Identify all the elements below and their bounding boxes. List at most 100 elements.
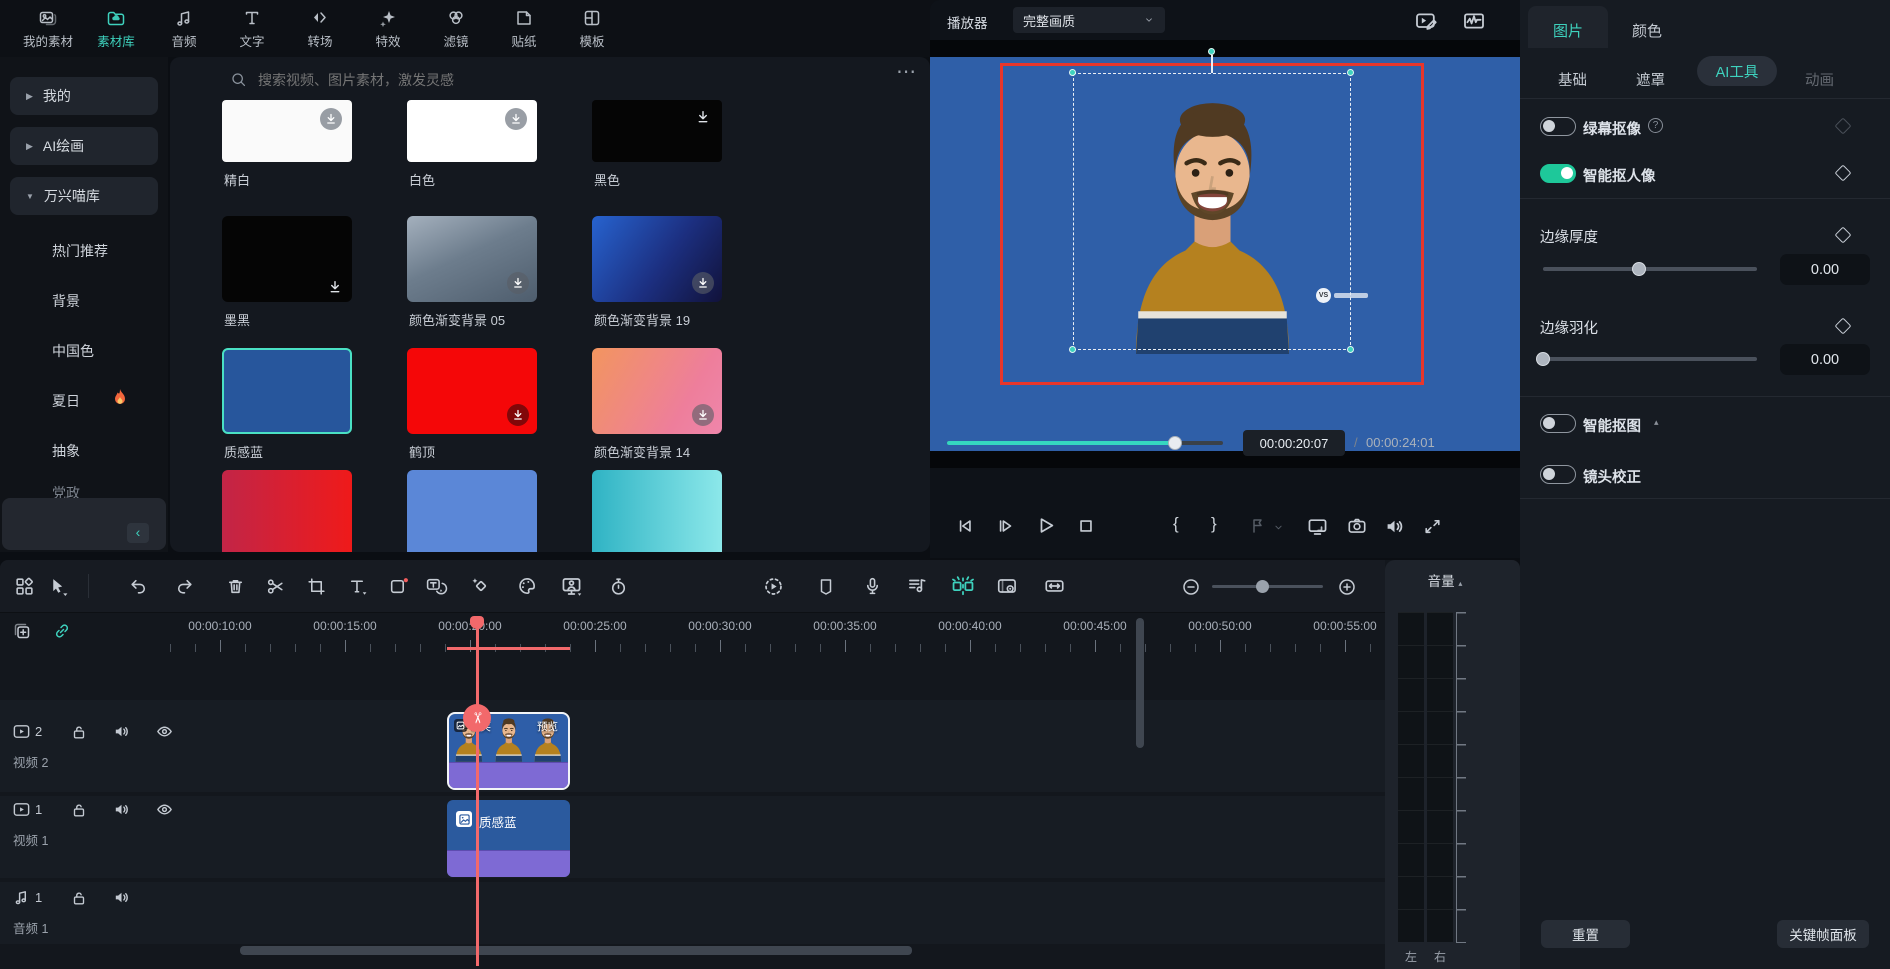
mute-speaker-icon[interactable] (112, 888, 131, 907)
seek-handle[interactable] (1168, 436, 1182, 450)
track-lane-video2[interactable] (0, 700, 1385, 792)
zoom-in-icon[interactable] (1337, 577, 1357, 597)
render-preview-icon[interactable] (762, 575, 785, 598)
marker-shield-icon[interactable] (816, 576, 836, 597)
smart-portrait-toggle[interactable] (1540, 164, 1576, 183)
color-palette-icon[interactable] (516, 575, 538, 597)
edge-feather-value[interactable]: 0.00 (1780, 344, 1870, 375)
timeline-zoom-slider[interactable] (1212, 585, 1323, 588)
zoom-slider-handle[interactable] (1256, 580, 1269, 593)
tab-filters[interactable]: 滤镜 (422, 3, 490, 55)
timeline-clip-background[interactable]: 质感蓝 (447, 800, 570, 877)
green-screen-toggle[interactable] (1540, 117, 1576, 136)
mask-tool-icon[interactable] (388, 576, 409, 597)
selection-bounding-box[interactable] (1073, 73, 1351, 350)
subtab-ai-tools[interactable]: AI工具 (1697, 56, 1777, 86)
search-input[interactable] (256, 65, 680, 95)
eye-visibility-icon[interactable] (155, 800, 174, 819)
sidebar-item-abstract[interactable]: 抽象 (52, 441, 80, 461)
download-icon[interactable] (320, 108, 342, 130)
tile[interactable] (222, 100, 352, 162)
tile-partial[interactable] (407, 470, 537, 552)
crop-icon[interactable] (306, 576, 327, 597)
stop-button[interactable] (1075, 515, 1097, 537)
lens-correction-toggle[interactable] (1540, 465, 1576, 484)
tile[interactable] (592, 348, 722, 434)
mark-in-button[interactable]: { (1173, 514, 1179, 534)
play-button[interactable] (1034, 514, 1057, 537)
download-icon[interactable] (507, 404, 529, 426)
scissors-icon[interactable] (265, 576, 286, 597)
portrait-screen-icon[interactable] (560, 575, 583, 598)
sidebar-group-mine[interactable]: ▶ 我的 (10, 77, 158, 115)
tile[interactable] (407, 216, 537, 302)
tab-templates[interactable]: 模板 (558, 3, 626, 55)
tile[interactable] (407, 348, 537, 434)
speaker-button[interactable] (1383, 515, 1406, 538)
sidebar-item-hot[interactable]: 热门推荐 (52, 241, 108, 261)
keyframe-diamond-icon[interactable] (1835, 165, 1852, 182)
tile[interactable] (592, 216, 722, 302)
lock-icon[interactable] (70, 723, 88, 741)
timeline-vertical-scrollbar[interactable] (1136, 618, 1144, 748)
sidebar-item-china-colors[interactable]: 中国色 (52, 341, 94, 361)
reset-button[interactable]: 重置 (1541, 920, 1630, 948)
eye-visibility-icon[interactable] (155, 722, 174, 741)
scope-waveform-icon[interactable] (1461, 9, 1487, 33)
help-icon[interactable]: ? (1648, 118, 1663, 133)
download-icon[interactable] (507, 272, 529, 294)
tile-partial[interactable] (222, 470, 352, 552)
marker-chevron-icon[interactable] (1272, 521, 1285, 534)
tab-color[interactable]: 颜色 (1632, 20, 1662, 41)
tab-text[interactable]: 文字 (218, 3, 286, 55)
mute-speaker-icon[interactable] (112, 800, 131, 819)
volume-panel-header[interactable]: 音量 ▴ (1385, 570, 1505, 590)
sidebar-item-background[interactable]: 背景 (52, 291, 80, 311)
selection-corner-handle[interactable] (1347, 69, 1354, 76)
lock-icon[interactable] (70, 889, 88, 907)
selection-corner-handle[interactable] (1347, 346, 1354, 353)
download-icon[interactable] (692, 272, 714, 294)
track-lane-audio1[interactable] (0, 882, 1385, 944)
download-icon[interactable] (328, 280, 342, 294)
edge-thickness-slider[interactable] (1543, 267, 1757, 271)
tile-selected[interactable] (222, 348, 352, 434)
subtab-basic[interactable]: 基础 (1558, 69, 1587, 90)
download-icon[interactable] (505, 108, 527, 130)
playhead-scissors-badge[interactable]: ✂ (463, 704, 491, 732)
more-menu-button[interactable]: ⋯ (896, 59, 917, 84)
slider-handle[interactable] (1536, 352, 1550, 366)
keyframe-diamond-icon[interactable] (1835, 318, 1852, 335)
speech-to-text-icon[interactable] (425, 576, 448, 597)
tab-effects[interactable]: 特效 (354, 3, 422, 55)
keyframe-tool-icon[interactable] (470, 575, 492, 597)
edge-thickness-value[interactable]: 0.00 (1780, 254, 1870, 285)
sidebar-item-summer[interactable]: 夏日 (52, 391, 80, 411)
audio-mixer-icon[interactable] (906, 575, 928, 597)
lock-icon[interactable] (70, 801, 88, 819)
rotation-handle[interactable] (1208, 48, 1215, 55)
split-clip-icon[interactable] (950, 573, 976, 599)
marker-flag-icon[interactable] (1247, 516, 1267, 536)
tab-stock-library[interactable]: 素材库 (82, 3, 150, 55)
mark-out-button[interactable]: } (1211, 514, 1217, 534)
tile-partial[interactable] (592, 470, 722, 552)
tile[interactable] (407, 100, 537, 162)
timeline-horizontal-scrollbar[interactable] (240, 946, 912, 955)
keyframe-diamond-icon[interactable] (1835, 118, 1852, 135)
collapse-arrow-icon[interactable]: ▴ (1654, 417, 1659, 428)
selection-corner-handle[interactable] (1069, 346, 1076, 353)
quality-dropdown[interactable]: 完整画质 (1013, 7, 1165, 33)
subtab-animation[interactable]: 动画 (1805, 69, 1834, 90)
sidebar-group-ai-painting[interactable]: ▶ AI绘画 (10, 127, 158, 165)
redo-icon[interactable] (174, 576, 195, 597)
preview-viewport[interactable]: VS (930, 40, 1520, 468)
download-icon[interactable] (696, 110, 710, 124)
display-device-button[interactable] (1306, 515, 1329, 538)
tab-transitions[interactable]: 转场 (286, 3, 354, 55)
preview-quality-icon[interactable] (996, 575, 1020, 597)
previous-frame-button[interactable] (954, 515, 976, 537)
sidebar-collapse-button[interactable]: ‹ (127, 523, 149, 543)
select-cursor-icon[interactable] (48, 576, 69, 597)
record-voiceover-mic-icon[interactable] (862, 575, 883, 597)
